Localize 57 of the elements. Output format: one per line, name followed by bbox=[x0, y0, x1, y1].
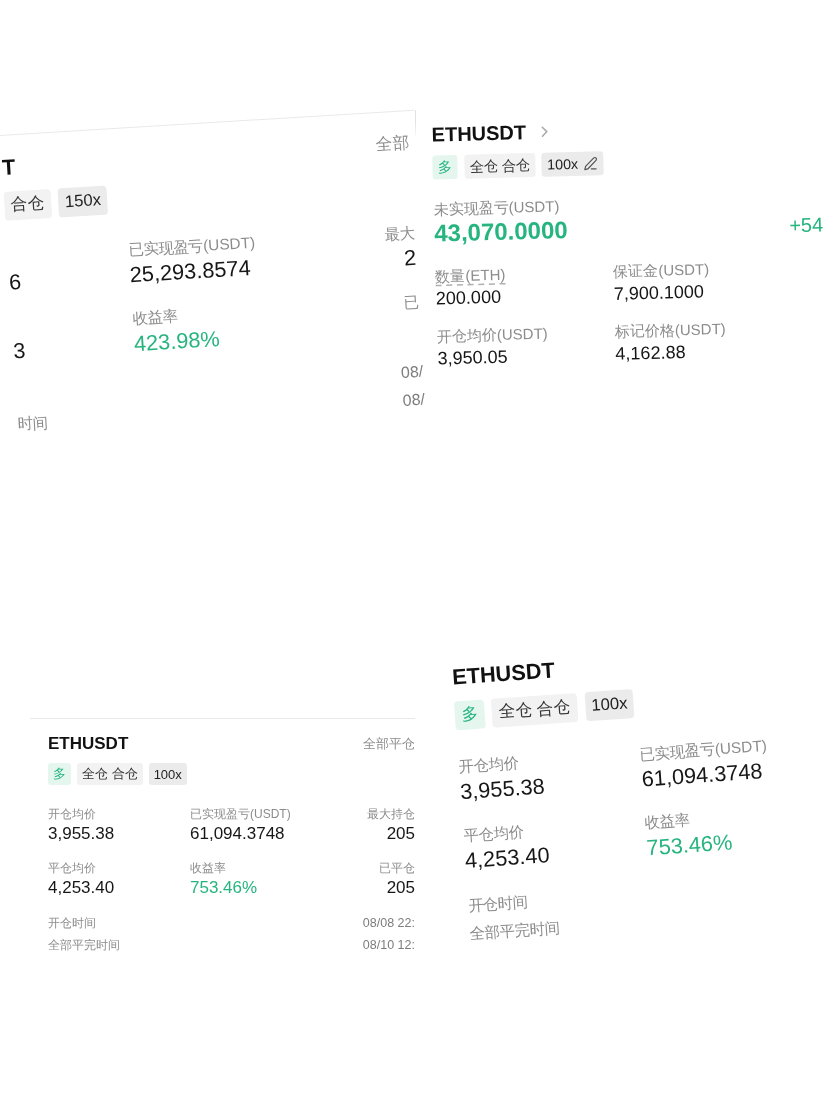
field-value: 2 bbox=[403, 244, 418, 273]
field-value: 4,162.88 bbox=[615, 341, 686, 367]
field-label: 已实现盈亏(USDT) bbox=[190, 806, 291, 823]
leverage-tag: 150x bbox=[57, 185, 109, 217]
field-label: 收益率 bbox=[190, 860, 226, 877]
leverage-tag: 100x bbox=[148, 763, 187, 785]
time-value: 08/10 12: bbox=[362, 938, 415, 952]
field-value: 3,955.38 bbox=[48, 823, 115, 845]
field-label: 开仓均价(USDT) bbox=[436, 323, 548, 347]
field-value: 200.000 bbox=[435, 286, 502, 311]
pnl-label: 未实现盈亏(USDT) bbox=[433, 197, 561, 219]
field-value: 6 bbox=[8, 268, 22, 297]
symbol-title: ETHUSDT bbox=[451, 656, 556, 692]
change-value: +54 bbox=[788, 212, 824, 238]
symbol-title: ETHUSDT bbox=[431, 120, 527, 148]
field-value: 7,900.1000 bbox=[613, 280, 705, 307]
time-value: 08/08 22: bbox=[362, 916, 415, 930]
field-label: 最大持仓 bbox=[367, 806, 415, 823]
field-value: 753.46% bbox=[190, 877, 258, 899]
field-value: 205 bbox=[386, 877, 415, 899]
field-value: 205 bbox=[386, 823, 415, 845]
time-label: 时间 bbox=[17, 412, 49, 435]
symbol-title: ETHUSDT bbox=[48, 733, 129, 755]
time-label: 开仓时间 bbox=[48, 914, 96, 932]
margin-mode-tag: 全仓 合仓 bbox=[491, 693, 579, 728]
margin-mode-tag: 全仓 合仓 bbox=[77, 763, 143, 785]
field-label: 已实现盈亏(USDT) bbox=[639, 736, 768, 763]
field-label: 最大 bbox=[384, 223, 416, 246]
field-label: 平仓均价 bbox=[48, 860, 96, 877]
field-label: 数量(ETH) bbox=[435, 264, 506, 287]
time-label: 全部平完时间 bbox=[48, 936, 120, 954]
field-value: 3,950.05 bbox=[437, 345, 508, 371]
margin-mode-tag: 全仓 合仓 bbox=[463, 152, 536, 179]
field-value: 4,253.40 bbox=[48, 877, 115, 899]
time-value: 08/ bbox=[400, 362, 424, 383]
symbol-title: T bbox=[1, 152, 17, 182]
pnl-value: 43,070.0000 bbox=[433, 216, 569, 249]
time-label: 开仓时间 bbox=[467, 891, 529, 916]
time-label: 全部平完时间 bbox=[469, 917, 561, 944]
leverage-button[interactable]: 100x bbox=[541, 151, 604, 177]
field-value: 3 bbox=[12, 337, 27, 366]
field-label: 已 bbox=[403, 292, 420, 314]
field-value: 61,094.3748 bbox=[190, 823, 285, 845]
margin-mode-tag: 合仓 bbox=[3, 189, 52, 221]
side-tag: 多 bbox=[432, 154, 458, 180]
time-value: 08/ bbox=[402, 390, 426, 411]
field-label: 已实现盈亏(USDT) bbox=[127, 233, 256, 260]
field-label: 开仓均价 bbox=[48, 806, 96, 823]
side-tag: 多 bbox=[48, 763, 71, 785]
side-tag: 多 bbox=[453, 699, 486, 730]
close-all-link[interactable]: 全部平仓 bbox=[363, 732, 415, 756]
pencil-icon bbox=[583, 156, 599, 171]
field-label: 标记价格(USDT) bbox=[614, 319, 726, 343]
leverage-tag: 100x bbox=[584, 689, 635, 721]
field-label: 已平仓 bbox=[379, 860, 415, 877]
close-all-link[interactable]: 全部 bbox=[374, 127, 411, 161]
field-label: 保证金(USDT) bbox=[613, 259, 710, 283]
